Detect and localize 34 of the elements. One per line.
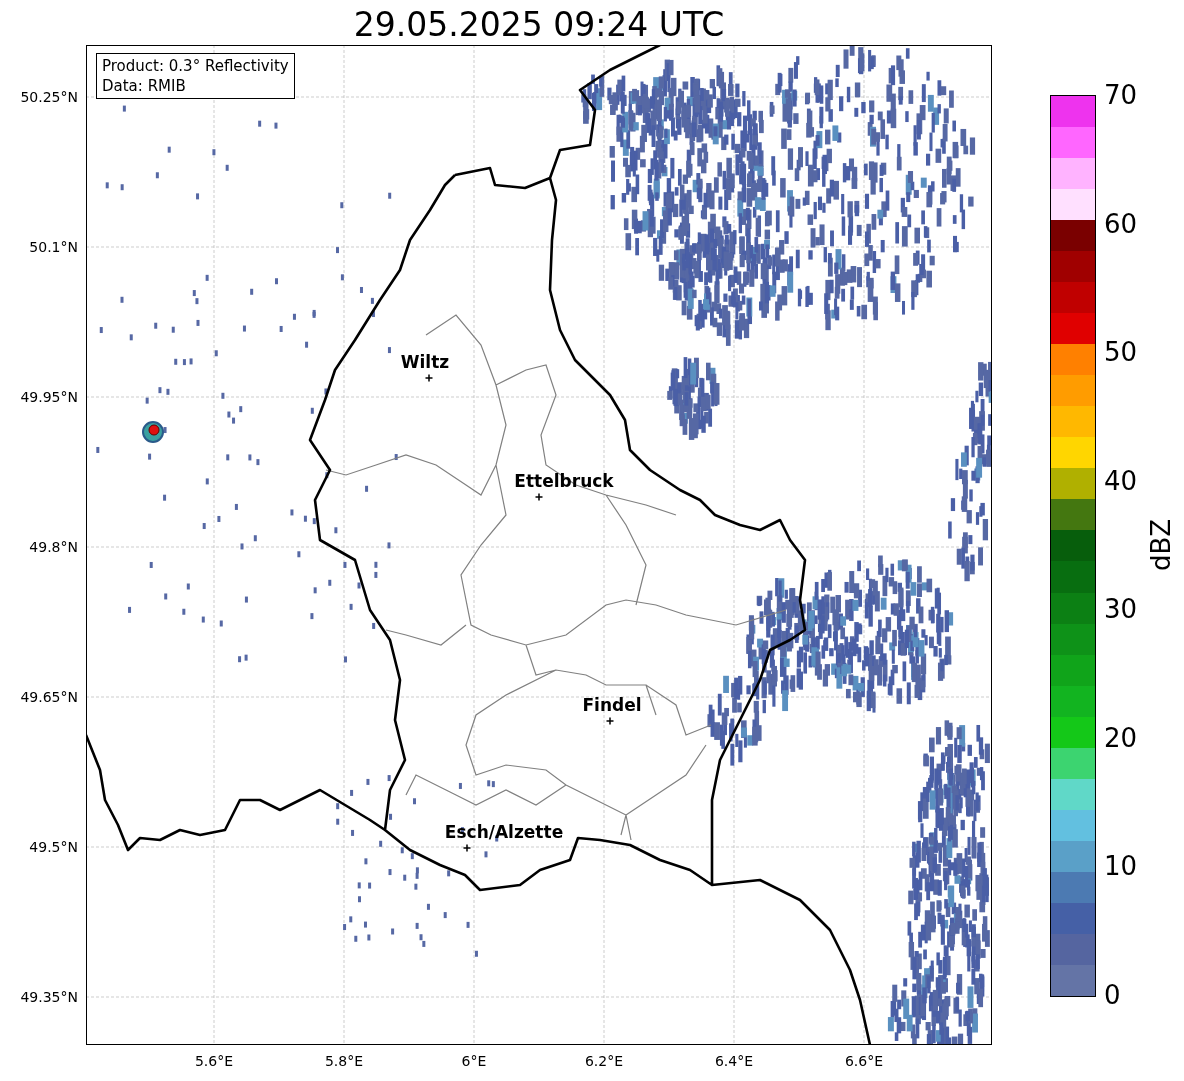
axis-tick-label: 49.8°N	[29, 539, 78, 555]
colorbar-title: dBZ	[1146, 518, 1176, 572]
city-marker	[424, 373, 434, 383]
colorbar-tick-label: 30	[1104, 594, 1138, 625]
data-source-text: Data: RMIB	[102, 76, 187, 96]
axis-tick-label: 6°E	[461, 1053, 487, 1069]
city-label: Findel	[582, 695, 642, 715]
colorbar-tick-label: 10	[1104, 851, 1138, 882]
plot-title: 29.05.2025 09:24 UTC	[352, 4, 726, 45]
radar-site-marker	[142, 421, 164, 443]
colorbar-tick-label: 50	[1104, 337, 1138, 368]
axis-tick-label: 49.65°N	[20, 689, 78, 705]
city-label: Esch/Alzette	[444, 822, 564, 842]
city-marker	[605, 716, 615, 726]
city-marker	[534, 492, 544, 502]
colorbar-tick-label: 40	[1104, 465, 1138, 496]
city-label: Wiltz	[400, 352, 450, 372]
city-marker	[462, 843, 472, 853]
axis-tick-label: 6.4°E	[714, 1053, 754, 1069]
colorbar-tick-label: 0	[1104, 980, 1121, 1010]
axis-tick-label: 50.1°N	[29, 239, 78, 255]
axis-tick-label: 6.6°E	[844, 1053, 884, 1069]
axis-tick-label: 49.5°N	[29, 839, 78, 855]
axis-tick-label: 5.8°E	[324, 1053, 364, 1069]
axis-tick-label: 6.2°E	[584, 1053, 624, 1069]
axis-tick-label: 5.6°E	[194, 1053, 234, 1069]
axis-tick-label: 49.35°N	[20, 989, 78, 1005]
colorbar-tick-label: 70	[1104, 80, 1138, 110]
axis-tick-label: 49.95°N	[20, 389, 78, 405]
colorbar-tick-label: 20	[1104, 722, 1138, 753]
product-text: Product: 0.3° Reflectivity	[102, 56, 289, 76]
city-label: Ettelbruck	[514, 471, 614, 491]
colorbar-tick-label: 60	[1104, 208, 1138, 239]
axis-tick-label: 50.25°N	[20, 89, 78, 105]
